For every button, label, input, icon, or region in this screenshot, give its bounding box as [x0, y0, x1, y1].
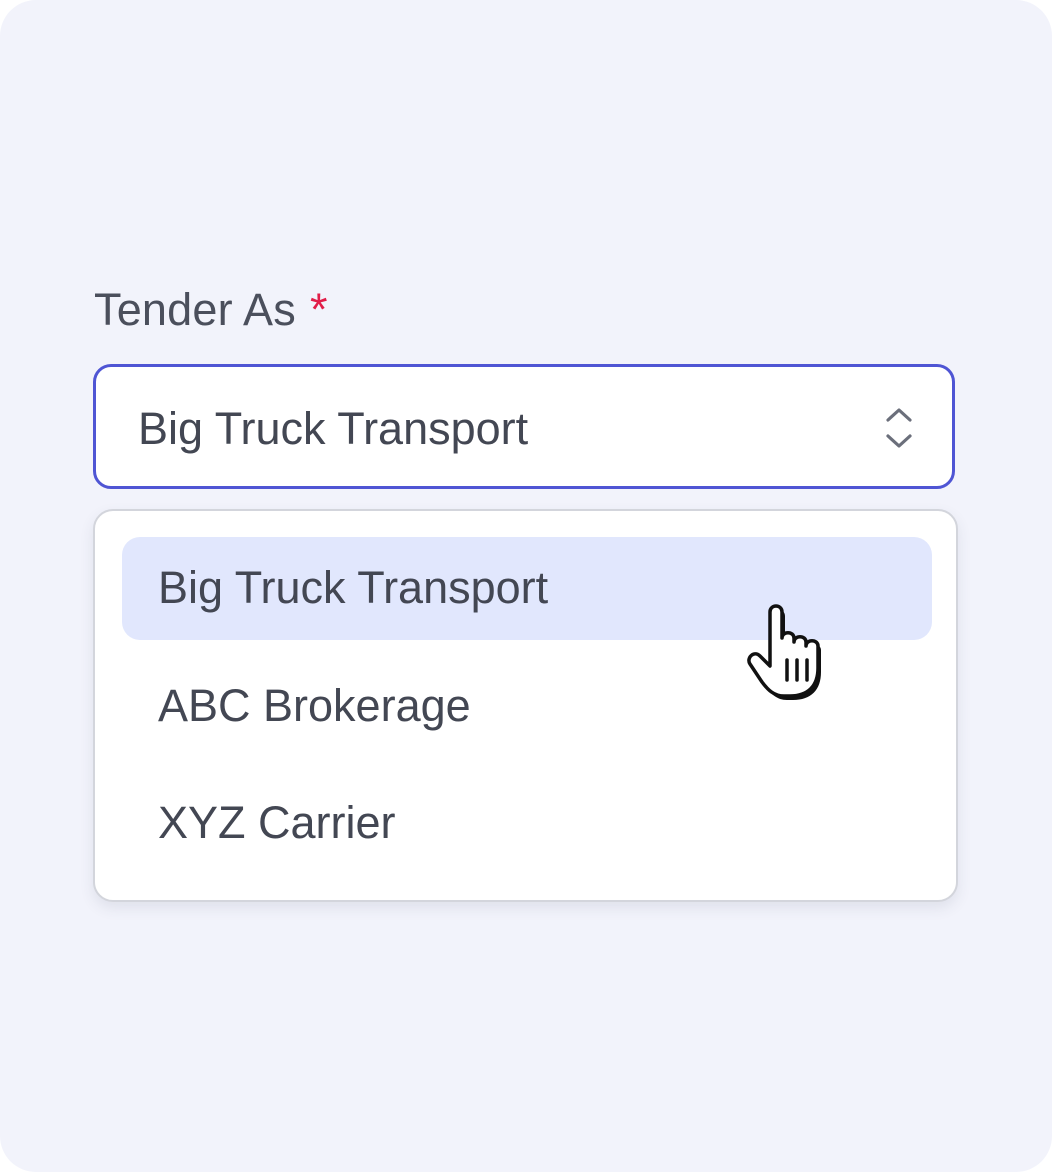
option-big-truck-transport[interactable]: Big Truck Transport [122, 537, 932, 640]
form-card: Tender As * Big Truck Transport Big Truck… [0, 0, 1052, 1172]
option-label: XYZ Carrier [158, 797, 396, 848]
option-label: ABC Brokerage [158, 680, 471, 731]
field-label-text: Tender As [94, 284, 296, 335]
chevron-up-down-icon [886, 408, 912, 448]
field-label: Tender As * [94, 284, 328, 336]
tender-as-select[interactable]: Big Truck Transport [93, 364, 955, 489]
dropdown-menu: Big Truck Transport ABC Brokerage XYZ Ca… [93, 509, 958, 902]
option-label: Big Truck Transport [158, 562, 549, 613]
select-current-value: Big Truck Transport [138, 403, 529, 454]
option-xyz-carrier[interactable]: XYZ Carrier [122, 772, 932, 875]
option-abc-brokerage[interactable]: ABC Brokerage [122, 655, 932, 758]
required-asterisk: * [309, 284, 328, 335]
